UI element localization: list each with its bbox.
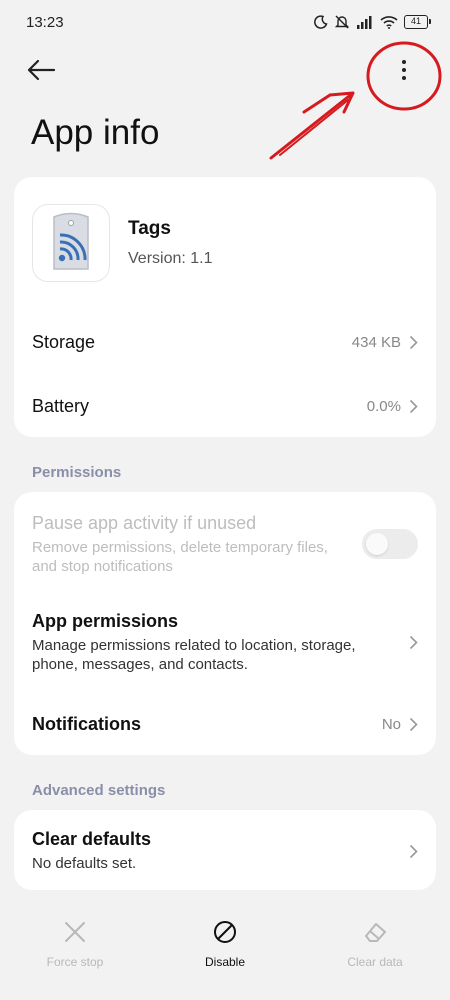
app-version: Version: 1.1 (128, 250, 213, 267)
pause-activity-toggle[interactable] (362, 529, 418, 559)
storage-value: 434 KB (351, 333, 401, 351)
status-icons: 41 (314, 14, 431, 30)
back-button[interactable] (26, 52, 66, 92)
app-card: Tags Version: 1.1 Storage 434 KB Battery… (14, 177, 436, 437)
force-stop-label: Force stop (46, 955, 104, 969)
back-arrow-icon (26, 59, 56, 86)
app-permissions-title: App permissions (32, 610, 179, 631)
advanced-section-header: Advanced settings (32, 782, 166, 799)
permissions-section-header: Permissions (32, 464, 122, 481)
status-bar: 13:23 41 (0, 0, 450, 44)
app-permissions-row[interactable]: App permissions Manage permissions relat… (14, 610, 436, 674)
clear-defaults-subtitle: No defaults set. (32, 855, 137, 872)
moon-icon (314, 15, 328, 29)
pause-activity-subtitle: Remove permissions, delete temporary fil… (32, 538, 328, 575)
clear-defaults-row[interactable]: Clear defaults No defaults set. (14, 826, 436, 876)
clear-defaults-title: Clear defaults (32, 829, 152, 849)
more-vertical-icon (401, 59, 407, 86)
pause-activity-title: Pause app activity if unused (32, 512, 257, 533)
app-header: Tags Version: 1.1 (32, 204, 213, 282)
app-icon (32, 204, 110, 282)
close-icon (63, 920, 87, 949)
page-title: App info (31, 113, 160, 152)
app-permissions-subtitle: Manage permissions related to location, … (32, 636, 356, 673)
block-icon (213, 920, 237, 949)
wifi-icon (380, 15, 398, 29)
pause-activity-row: Pause app activity if unused Remove perm… (14, 512, 436, 576)
red-arrow-mark (269, 91, 355, 160)
permissions-card: Pause app activity if unused Remove perm… (14, 492, 436, 755)
disable-label: Disable (204, 955, 246, 969)
clear-data-button[interactable]: Clear data (300, 920, 450, 969)
battery-value: 0.0% (366, 397, 401, 415)
more-options-button[interactable] (384, 52, 424, 92)
chevron-right-icon (409, 717, 418, 732)
chevron-right-icon (409, 335, 418, 350)
force-stop-button[interactable]: Force stop (0, 920, 150, 969)
chevron-right-icon (409, 844, 418, 859)
app-name: Tags (128, 218, 171, 239)
advanced-card: Clear defaults No defaults set. (14, 810, 436, 890)
chevron-right-icon (409, 399, 418, 414)
chevron-right-icon (409, 635, 418, 650)
app-meta: Tags Version: 1.1 (128, 218, 213, 268)
clear-data-label: Clear data (347, 955, 403, 969)
storage-row[interactable]: Storage 434 KB (14, 317, 436, 367)
battery-row[interactable]: Battery 0.0% (14, 381, 436, 431)
battery-label: Battery (32, 395, 90, 416)
eraser-icon (362, 920, 388, 949)
signal-icon (356, 15, 374, 29)
battery-icon: 41 (404, 15, 431, 29)
notifications-row[interactable]: Notifications No (14, 700, 436, 748)
notifications-value: No (381, 715, 401, 733)
disable-button[interactable]: Disable (150, 920, 300, 969)
storage-label: Storage (32, 331, 96, 352)
mute-icon (334, 14, 350, 30)
notifications-label: Notifications (32, 713, 142, 734)
bottom-action-bar: Force stop Disable Clear data (0, 920, 450, 1000)
status-time: 13:23 (26, 13, 64, 31)
